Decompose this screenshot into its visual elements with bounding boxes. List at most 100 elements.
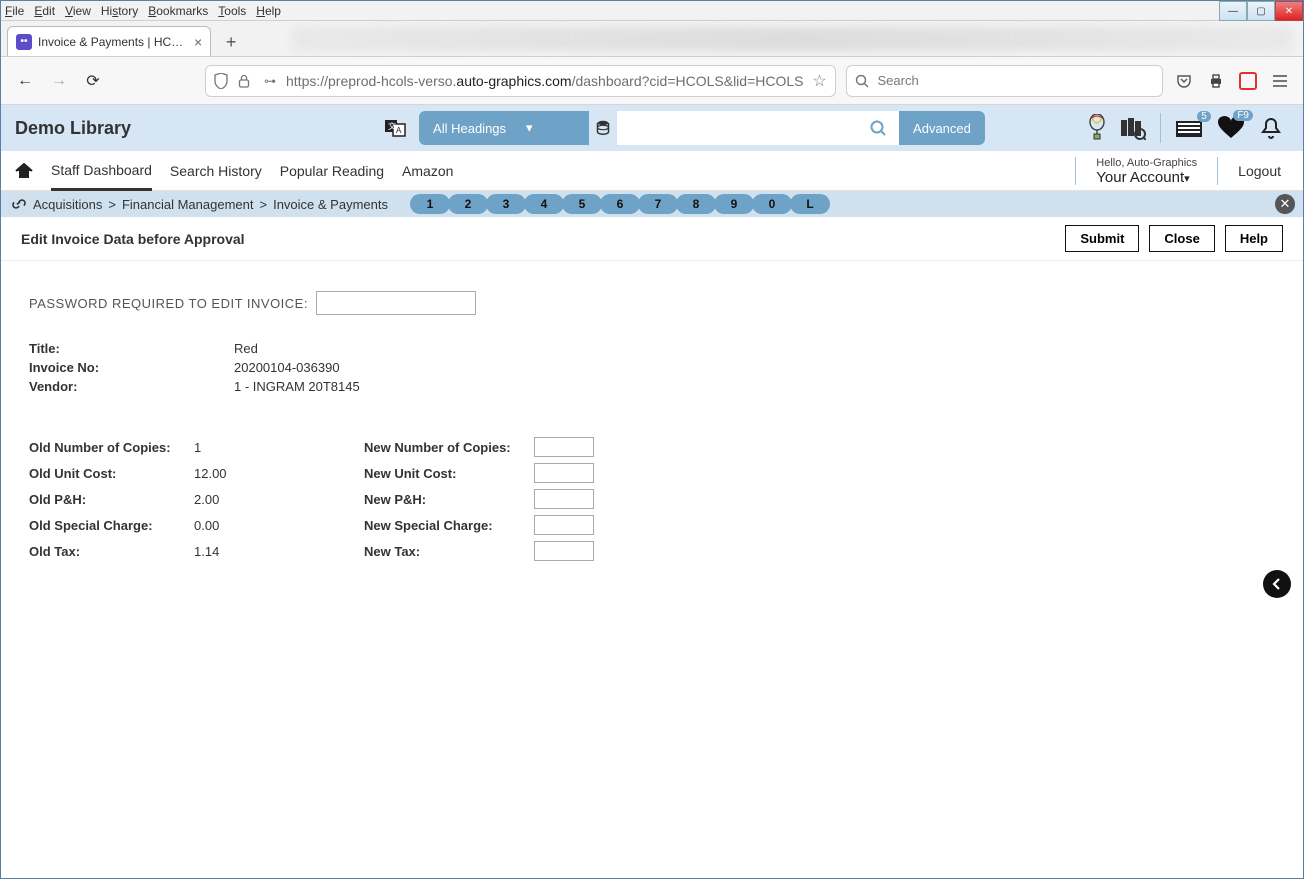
home-icon[interactable] — [15, 163, 33, 179]
old-special-label: Old Special Charge: — [29, 518, 194, 533]
svg-text:A: A — [396, 126, 402, 135]
nav-search-history[interactable]: Search History — [170, 153, 262, 189]
new-unit-label: New Unit Cost: — [364, 466, 534, 481]
invoice-no-value: 20200104-036390 — [234, 360, 340, 375]
new-unit-input[interactable] — [534, 463, 594, 483]
close-button[interactable]: Close — [1149, 225, 1214, 252]
headings-label: All Headings — [433, 121, 506, 136]
new-pnh-label: New P&H: — [364, 492, 534, 507]
pill-6[interactable]: 6 — [600, 194, 640, 214]
browser-toolbar: ← → ⟳ ⊶ https://preprod-hcols-verso.auto… — [1, 57, 1303, 105]
menu-history[interactable]: History — [101, 4, 138, 18]
resources-icon[interactable] — [1120, 116, 1146, 140]
old-values-column: Old Number of Copies:1 Old Unit Cost:12.… — [29, 434, 364, 564]
forward-button[interactable]: → — [47, 69, 71, 93]
title-value: Red — [234, 341, 258, 356]
os-menubar: File Edit View History Bookmarks Tools H… — [1, 1, 1303, 21]
breadcrumb-invoice[interactable]: Invoice & Payments — [273, 197, 388, 212]
pocket-icon[interactable] — [1173, 70, 1195, 92]
nav-amazon[interactable]: Amazon — [402, 153, 453, 189]
new-copies-input[interactable] — [534, 437, 594, 457]
old-copies-value: 1 — [194, 440, 294, 455]
window-maximize-button[interactable]: ▢ — [1247, 1, 1275, 21]
reload-button[interactable]: ⟳ — [81, 69, 105, 93]
tab-close-icon[interactable]: × — [194, 34, 202, 50]
shield-icon — [214, 73, 230, 89]
browser-tabstrip: •• Invoice & Payments | HCOLS | H × + — [1, 21, 1303, 57]
pill-l[interactable]: L — [790, 194, 830, 214]
url-bar[interactable]: ⊶ https://preprod-hcols-verso.auto-graph… — [205, 65, 836, 97]
catalog-search-button[interactable] — [857, 111, 899, 145]
invoice-meta: Title: Red Invoice No: 20200104-036390 V… — [29, 341, 1275, 394]
pill-9[interactable]: 9 — [714, 194, 754, 214]
pill-0[interactable]: 0 — [752, 194, 792, 214]
window-close-button[interactable]: ✕ — [1275, 1, 1303, 21]
library-name: Demo Library — [15, 118, 131, 139]
menu-bookmarks[interactable]: Bookmarks — [148, 4, 208, 18]
balloon-icon[interactable] — [1088, 114, 1106, 142]
nav-staff-dashboard[interactable]: Staff Dashboard — [51, 152, 152, 191]
inbox-badge: 5 — [1197, 111, 1211, 122]
hello-text: Hello, Auto-Graphics — [1096, 157, 1197, 169]
old-tax-label: Old Tax: — [29, 544, 194, 559]
help-button[interactable]: Help — [1225, 225, 1283, 252]
favorites-icon[interactable]: F9 — [1217, 116, 1245, 140]
menu-view[interactable]: View — [65, 4, 91, 18]
pill-3[interactable]: 3 — [486, 194, 526, 214]
menu-tools[interactable]: Tools — [218, 4, 246, 18]
account-dropdown[interactable]: Hello, Auto-Graphics Your Account▾ — [1096, 157, 1197, 186]
breadcrumb-financial[interactable]: Financial Management — [122, 197, 254, 212]
new-copies-label: New Number of Copies: — [364, 440, 534, 455]
nav-popular-reading[interactable]: Popular Reading — [280, 153, 384, 189]
notifications-icon[interactable] — [1259, 116, 1283, 140]
search-icon — [855, 74, 869, 88]
pill-4[interactable]: 4 — [524, 194, 564, 214]
menu-edit[interactable]: Edit — [34, 4, 55, 18]
window-minimize-button[interactable]: — — [1219, 1, 1247, 21]
invoice-no-label: Invoice No: — [29, 360, 234, 375]
new-pnh-input[interactable] — [534, 489, 594, 509]
password-input[interactable] — [316, 291, 476, 315]
new-special-input[interactable] — [534, 515, 594, 535]
pill-8[interactable]: 8 — [676, 194, 716, 214]
session-pills: 1 2 3 4 5 6 7 8 9 0 L — [412, 194, 830, 214]
old-copies-label: Old Number of Copies: — [29, 440, 194, 455]
old-tax-value: 1.14 — [194, 544, 294, 559]
svg-text:文: 文 — [388, 121, 396, 131]
favorites-badge: F9 — [1233, 110, 1253, 121]
pill-5[interactable]: 5 — [562, 194, 602, 214]
url-text: https://preprod-hcols-verso.auto-graphic… — [286, 73, 803, 89]
breadcrumb-acquisitions[interactable]: Acquisitions — [33, 197, 102, 212]
inbox-icon[interactable]: 5 — [1175, 117, 1203, 139]
back-button[interactable]: ← — [13, 69, 37, 93]
headings-select[interactable]: All Headings ▾ — [419, 111, 589, 145]
browser-tab[interactable]: •• Invoice & Payments | HCOLS | H × — [7, 26, 211, 56]
catalog-search-input[interactable] — [617, 111, 857, 145]
pill-1[interactable]: 1 — [410, 194, 450, 214]
new-tab-button[interactable]: + — [217, 28, 245, 56]
tab-title: Invoice & Payments | HCOLS | H — [38, 35, 188, 49]
hamburger-menu-icon[interactable] — [1269, 70, 1291, 92]
close-session-button[interactable]: ✕ — [1275, 194, 1295, 214]
pill-7[interactable]: 7 — [638, 194, 678, 214]
extension-icon[interactable] — [1237, 70, 1259, 92]
lock-icon — [238, 74, 254, 88]
pill-2[interactable]: 2 — [448, 194, 488, 214]
menu-file[interactable]: File — [5, 4, 24, 18]
old-unit-label: Old Unit Cost: — [29, 466, 194, 481]
new-tax-input[interactable] — [534, 541, 594, 561]
logout-link[interactable]: Logout — [1238, 163, 1281, 179]
bookmark-star-icon[interactable]: ☆ — [811, 71, 827, 91]
browser-search-box[interactable]: Search — [846, 65, 1163, 97]
side-panel-toggle[interactable] — [1263, 570, 1291, 598]
page-toolbar: Edit Invoice Data before Approval Submit… — [1, 217, 1303, 261]
database-icon[interactable] — [589, 111, 617, 145]
new-tax-label: New Tax: — [364, 544, 534, 559]
advanced-search-button[interactable]: Advanced — [899, 111, 985, 145]
submit-button[interactable]: Submit — [1065, 225, 1139, 252]
app-header: Demo Library 文A All Headings ▾ Advanced — [1, 105, 1303, 151]
print-icon[interactable] — [1205, 70, 1227, 92]
menu-help[interactable]: Help — [256, 4, 281, 18]
translate-icon[interactable]: 文A — [383, 116, 407, 140]
title-label: Title: — [29, 341, 234, 356]
